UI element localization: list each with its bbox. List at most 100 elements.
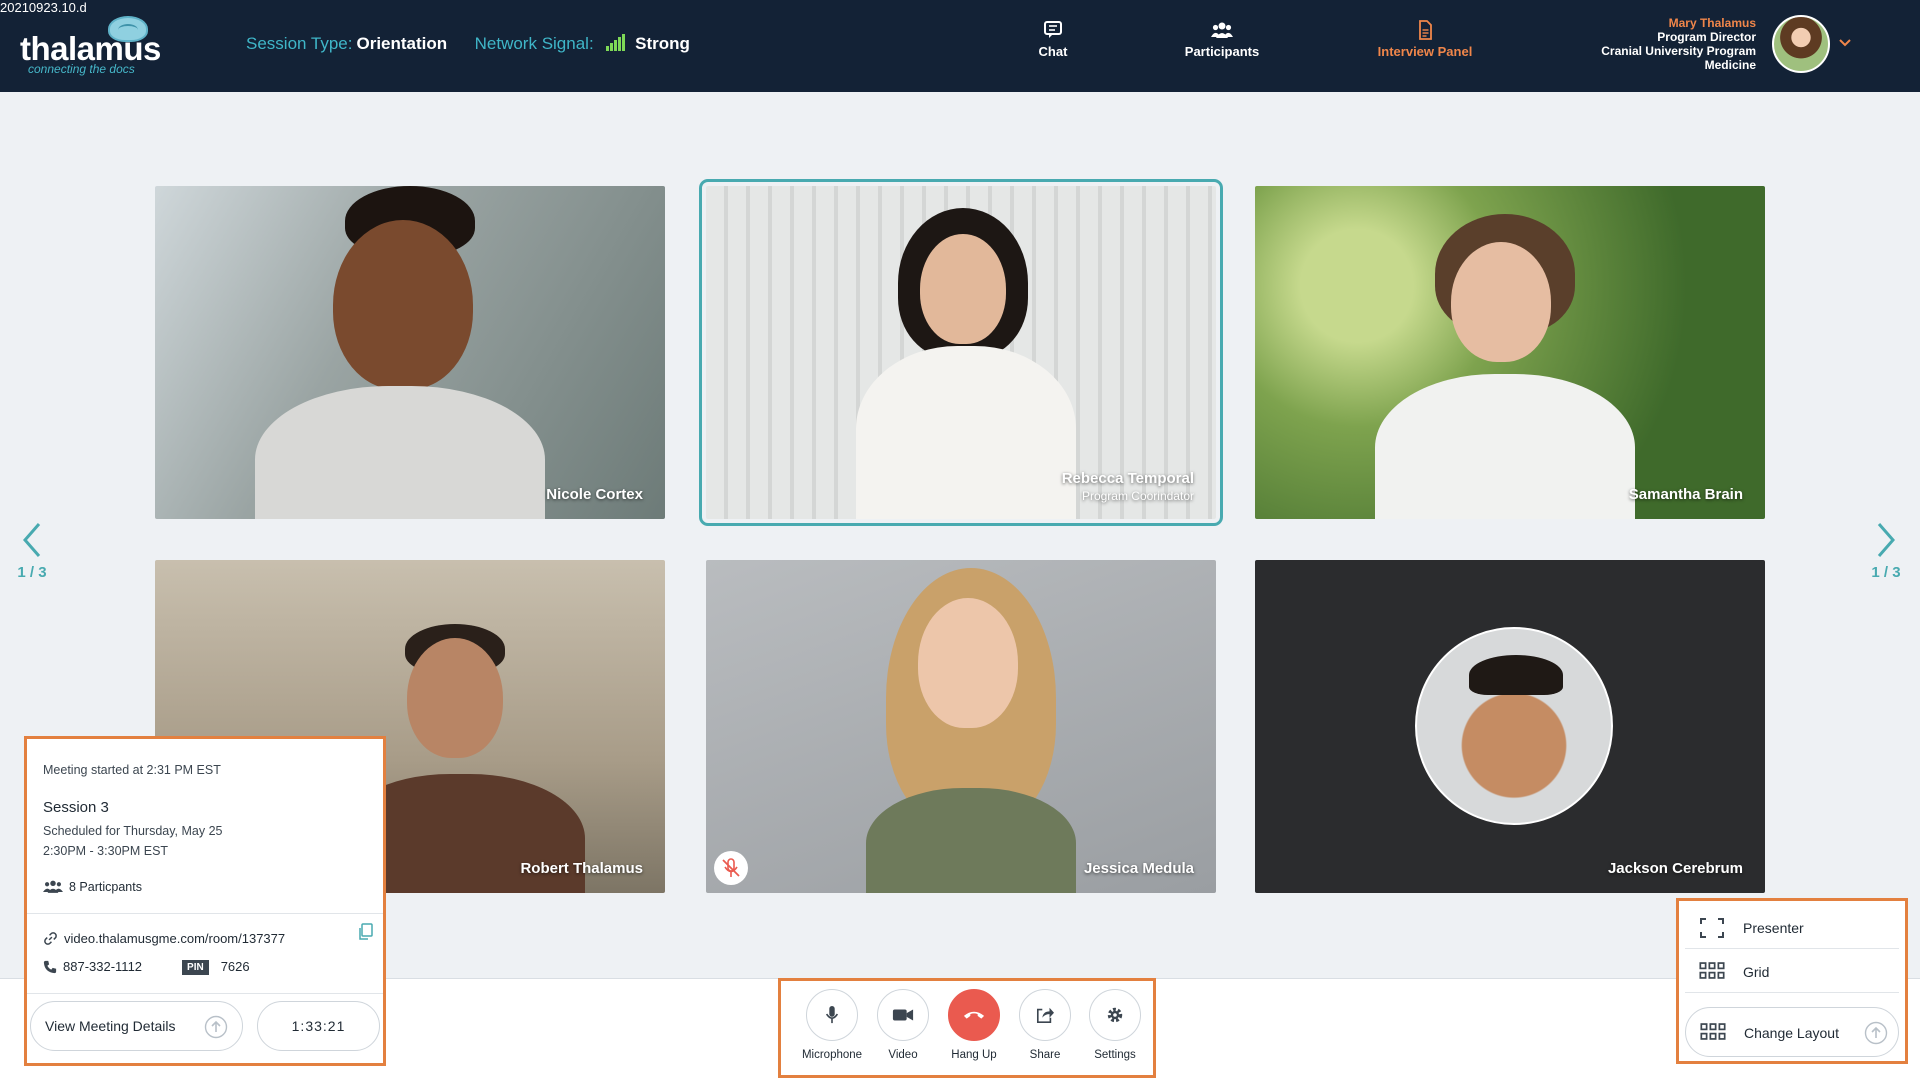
thalamus-logo[interactable]: thalamus connecting the docs — [20, 16, 170, 76]
meeting-time-range: 2:30PM - 3:30PM EST — [43, 844, 169, 858]
gear-icon — [1107, 1007, 1123, 1023]
microphone-control[interactable] — [806, 989, 858, 1041]
pager-left-count: 1 / 3 — [17, 564, 47, 581]
grid-icon — [1700, 1023, 1726, 1040]
nav-participants-label: Participants — [1184, 44, 1260, 59]
video-tile-nicole-cortex[interactable]: Nicole Cortex — [155, 186, 665, 519]
share-label: Share — [1029, 1049, 1061, 1061]
link-icon — [44, 932, 57, 945]
call-controls: Microphone Video Hang Up Share Settings — [778, 978, 1156, 1078]
top-header: 20210923.10.d thalamus connecting the do… — [0, 0, 1920, 92]
chevron-right-icon — [1877, 523, 1895, 557]
chevron-left-icon — [23, 523, 41, 557]
session-info: Session Type: Orientation Network Signal:… — [246, 34, 690, 54]
participants-icon — [1211, 22, 1233, 38]
share-button[interactable]: Share — [1010, 989, 1080, 1061]
participant-name-text: Rebecca Temporal — [1061, 470, 1194, 487]
nav-chat[interactable]: Chat — [993, 20, 1113, 59]
meeting-link-text: video.thalamusgme.com/room/137377 — [64, 931, 286, 946]
participant-photo — [1375, 204, 1645, 519]
pin-badge: PIN — [182, 960, 209, 975]
meeting-participant-count: 8 Particpants — [43, 879, 142, 894]
view-meeting-details-label: View Meeting Details — [45, 1018, 176, 1034]
hang-up-label: Hang Up — [951, 1049, 997, 1061]
user-name: Mary Thalamus — [1668, 16, 1756, 30]
microphone-button[interactable]: Microphone — [797, 989, 867, 1061]
chevron-down-icon[interactable] — [1838, 36, 1852, 50]
phone-icon — [43, 960, 57, 974]
meeting-phone: 887-332-1112 PIN 7626 — [43, 959, 250, 975]
chat-icon — [1044, 21, 1062, 38]
user-avatar[interactable] — [1772, 15, 1830, 73]
participant-photo — [245, 186, 545, 519]
meeting-scheduled-date: Scheduled for Thursday, May 25 — [43, 824, 223, 838]
video-label: Video — [888, 1049, 918, 1061]
copy-icon[interactable] — [357, 923, 373, 941]
layout-panel: Presenter Grid Change Layout — [1676, 898, 1908, 1064]
settings-button[interactable]: Settings — [1080, 989, 1150, 1061]
video-tile-samantha-brain[interactable]: Samantha Brain — [1255, 186, 1765, 519]
video-control[interactable] — [877, 989, 929, 1041]
participant-name: Jessica Medula — [1083, 860, 1194, 877]
hang-up-icon — [963, 1011, 985, 1019]
network-signal-value: Strong — [635, 34, 690, 53]
video-tile-rebecca-temporal[interactable]: Rebecca Temporal Program Coorindator — [699, 179, 1223, 526]
meeting-schedule: Scheduled for Thursday, May 25 2:30PM - … — [43, 821, 223, 861]
pager-right-count: 1 / 3 — [1871, 564, 1901, 581]
video-camera-icon — [892, 1009, 914, 1021]
build-tag: 20210923.10.d — [0, 0, 87, 15]
hang-up-button[interactable]: Hang Up — [939, 989, 1009, 1061]
nav-participants[interactable]: Participants — [1162, 20, 1282, 59]
arrow-up-circle-icon — [1864, 1021, 1888, 1045]
pager-next[interactable]: 1 / 3 — [1856, 522, 1916, 581]
layout-option-presenter[interactable]: Presenter — [1685, 907, 1899, 949]
presenter-label: Presenter — [1743, 920, 1804, 936]
divider — [27, 993, 383, 994]
participant-photo — [846, 568, 1096, 893]
meeting-started-text: Meeting started at 2:31 PM EST — [43, 763, 221, 777]
signal-strength-icon — [606, 34, 626, 51]
view-meeting-details-button[interactable]: View Meeting Details — [30, 1001, 243, 1051]
participants-icon — [43, 880, 63, 893]
nav-interview-panel[interactable]: Interview Panel — [1365, 20, 1485, 59]
participant-name: Robert Thalamus — [520, 860, 643, 877]
participant-role: Program Coorindator — [1081, 489, 1194, 503]
layout-option-grid[interactable]: Grid — [1685, 951, 1899, 993]
change-layout-button[interactable]: Change Layout — [1685, 1007, 1899, 1057]
microphone-icon — [825, 1006, 839, 1024]
participant-avatar — [1415, 627, 1613, 825]
settings-control[interactable] — [1089, 989, 1141, 1041]
meeting-title: Session 3 — [43, 799, 109, 816]
logo-tagline: connecting the docs — [28, 62, 135, 76]
participant-name: Nicole Cortex — [546, 486, 643, 503]
meeting-link[interactable]: video.thalamusgme.com/room/137377 — [43, 931, 285, 946]
user-org: Cranial University Program — [1601, 44, 1756, 58]
nav-chat-label: Chat — [1038, 44, 1068, 59]
participant-name: Jackson Cerebrum — [1607, 860, 1743, 877]
participant-count-text: 8 Particpants — [69, 880, 142, 894]
muted-microphone-icon — [714, 851, 748, 885]
document-icon — [1419, 20, 1432, 40]
arrow-up-circle-icon — [204, 1015, 228, 1039]
participant-name: Rebecca Temporal Program Coorindator — [1062, 470, 1194, 503]
participant-name: Samantha Brain — [1628, 486, 1743, 503]
change-layout-label: Change Layout — [1744, 1025, 1839, 1041]
network-signal-label: Network Signal: — [474, 34, 594, 53]
pager-previous[interactable]: 1 / 3 — [2, 522, 62, 581]
settings-label: Settings — [1094, 1049, 1136, 1061]
share-icon — [1036, 1007, 1054, 1024]
grid-icon — [1699, 962, 1725, 979]
video-tile-jackson-cerebrum[interactable]: Jackson Cerebrum — [1255, 560, 1765, 893]
pin-number: 7626 — [220, 959, 250, 974]
divider — [27, 913, 383, 914]
microphone-label: Microphone — [801, 1049, 863, 1061]
share-control[interactable] — [1019, 989, 1071, 1041]
session-type-value: Orientation — [356, 34, 448, 53]
participant-photo — [856, 206, 1086, 519]
video-tile-jessica-medula[interactable]: Jessica Medula — [706, 560, 1216, 893]
phone-number: 887-332-1112 — [63, 959, 143, 974]
hang-up-control[interactable] — [948, 989, 1000, 1041]
grid-label: Grid — [1743, 964, 1770, 980]
video-button[interactable]: Video — [868, 989, 938, 1061]
user-profile-info[interactable]: Mary Thalamus Program Director Cranial U… — [1601, 16, 1756, 72]
